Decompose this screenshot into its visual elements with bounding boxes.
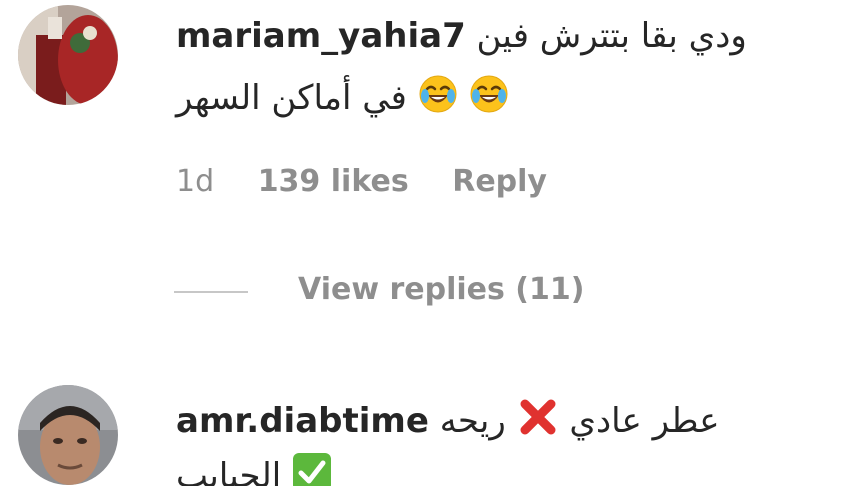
username[interactable]: amr.diabtime [176, 401, 429, 441]
view-replies-button[interactable]: View replies (11) [298, 272, 584, 307]
comment-row-1-line-2: في أماكن السهر [176, 74, 509, 125]
comment-text-line-2: في أماكن السهر [176, 78, 407, 118]
check-mark-icon [292, 452, 332, 486]
replies-divider [174, 291, 248, 293]
tears-of-joy-icon [469, 74, 509, 125]
username[interactable]: mariam_yahia7 [176, 16, 466, 56]
reply-button[interactable]: Reply [452, 164, 547, 199]
likes-count[interactable]: 139 likes [258, 164, 409, 199]
comment-text: ودي بقا بتترش فين [476, 16, 747, 56]
comments-view: mariam_yahia7 ودي بقا بتترش فين في أماكن… [0, 0, 864, 486]
comment-row-1: mariam_yahia7 ودي بقا بتترش فين [176, 14, 747, 58]
comment-row-2: amr.diabtime ريحه عطر عادي [176, 396, 720, 449]
avatar[interactable] [18, 5, 118, 105]
comment-meta: 1d 139 likes Reply [176, 164, 547, 199]
comment-text: ريحه [439, 401, 506, 441]
tears-of-joy-icon [418, 74, 458, 125]
comment-text-continued: عطر عادي [569, 401, 720, 441]
comment-time: 1d [176, 164, 215, 199]
comment-row-2-line-2: الحبايب [176, 452, 332, 486]
cross-mark-icon [517, 396, 559, 449]
avatar[interactable] [18, 385, 118, 485]
comment-text-line-2: الحبايب [176, 456, 282, 486]
view-replies-label: View replies (11) [298, 272, 585, 307]
avatar-photo [18, 385, 118, 485]
avatar-photo [18, 5, 118, 105]
